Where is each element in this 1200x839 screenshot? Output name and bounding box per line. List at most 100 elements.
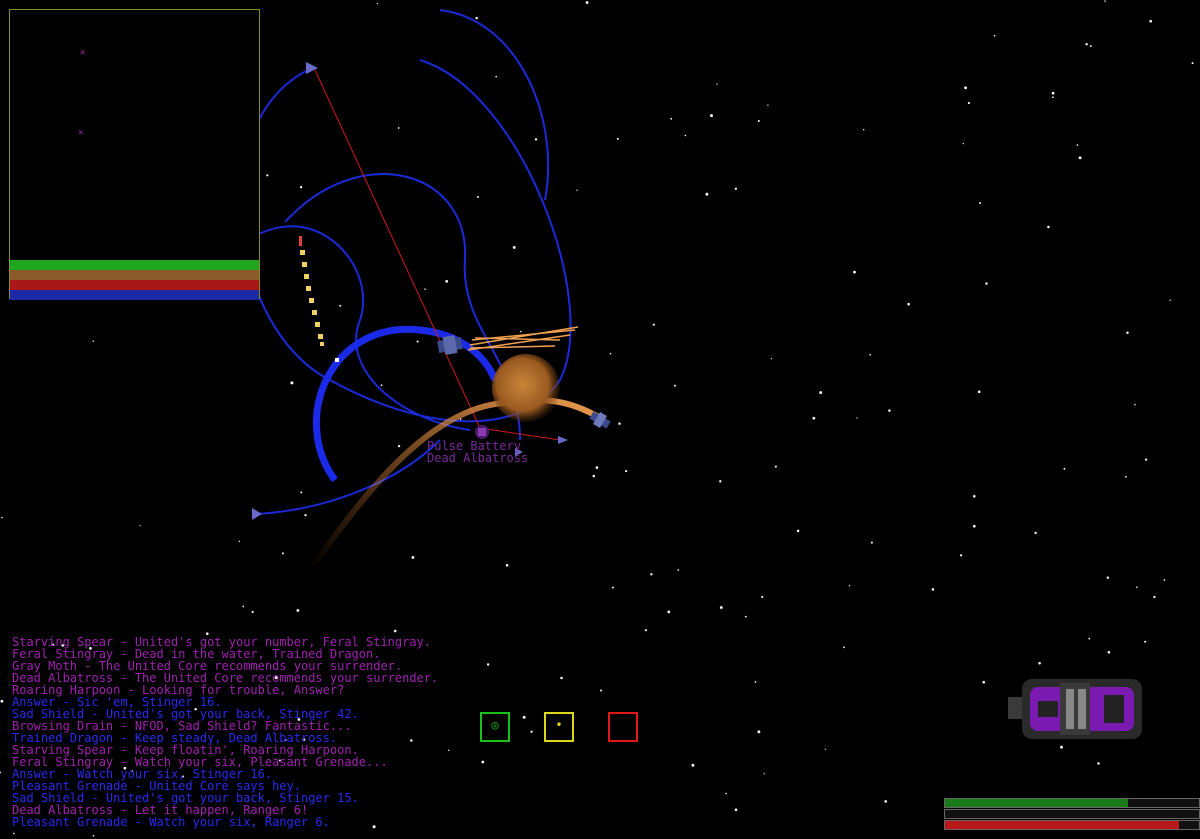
weapon-slot[interactable]: ◎ <box>480 712 510 742</box>
star <box>585 1 589 4</box>
fighter-icon[interactable] <box>252 508 262 520</box>
star <box>977 390 981 394</box>
star <box>719 480 722 483</box>
star <box>380 384 383 387</box>
star <box>1191 62 1194 65</box>
missile-icon <box>299 236 302 246</box>
hull-bar-fill <box>945 821 1179 829</box>
missile-launcher-icon: • <box>555 718 563 732</box>
player-ship-marker[interactable] <box>475 425 489 439</box>
star <box>972 524 976 528</box>
star <box>1038 662 1041 665</box>
star <box>677 569 680 571</box>
star <box>1076 144 1079 146</box>
star <box>744 615 747 618</box>
star <box>962 142 964 145</box>
star <box>616 137 619 140</box>
weapon-slot[interactable]: • <box>544 712 574 742</box>
star <box>424 288 426 290</box>
missile-exhaust <box>300 250 324 346</box>
target-owner-label: Dead Albatross <box>427 451 529 465</box>
shield-bar-fill <box>945 799 1128 807</box>
star <box>761 595 764 598</box>
star <box>266 174 269 177</box>
star <box>1085 43 1088 46</box>
minimap-enemy-marker: ✕ <box>80 48 86 58</box>
star <box>1144 458 1148 461</box>
star <box>774 465 777 468</box>
gun-turret-icon: ◎ <box>491 718 499 732</box>
player-ship-portrait <box>1008 679 1142 739</box>
star <box>853 270 856 274</box>
star <box>848 585 851 587</box>
hull-bar <box>944 820 1200 830</box>
star <box>985 282 988 285</box>
star <box>534 138 538 141</box>
star <box>339 304 342 307</box>
star <box>595 466 599 469</box>
star <box>757 730 761 734</box>
star <box>290 381 294 385</box>
star <box>0 771 1 774</box>
star <box>757 119 760 123</box>
star <box>1063 467 1066 470</box>
star <box>1153 595 1156 599</box>
star <box>1097 762 1100 765</box>
planet[interactable] <box>492 354 560 422</box>
targeting-line <box>314 69 481 429</box>
star <box>139 525 141 527</box>
star <box>300 491 303 494</box>
star <box>1089 45 1092 47</box>
star <box>560 676 563 680</box>
star <box>993 34 996 37</box>
star <box>796 529 800 533</box>
star <box>716 83 718 85</box>
star <box>869 353 871 356</box>
star <box>763 773 765 775</box>
star <box>767 104 769 106</box>
star <box>644 629 647 632</box>
star <box>1125 475 1127 478</box>
star <box>684 134 687 137</box>
star <box>725 792 727 795</box>
star <box>1052 96 1054 99</box>
star <box>824 748 827 750</box>
weapon-slot[interactable] <box>608 712 638 742</box>
star <box>397 127 400 129</box>
star <box>1107 651 1111 654</box>
star <box>411 555 415 559</box>
star <box>734 187 738 190</box>
star <box>477 196 479 198</box>
star <box>1169 299 1171 301</box>
star <box>667 610 671 614</box>
star <box>281 552 284 555</box>
star <box>304 514 307 517</box>
star <box>1134 403 1136 406</box>
star <box>512 245 516 249</box>
star <box>964 86 968 90</box>
fighter-icon[interactable] <box>558 436 568 444</box>
star <box>973 495 976 498</box>
star <box>576 189 578 191</box>
star <box>611 586 614 589</box>
star <box>505 564 509 567</box>
star <box>242 605 245 608</box>
star <box>812 416 816 420</box>
star <box>92 835 95 837</box>
star <box>734 808 738 812</box>
star <box>1136 586 1138 588</box>
star <box>299 185 303 189</box>
star <box>670 117 673 120</box>
star <box>1 516 3 519</box>
star <box>967 102 970 105</box>
minimap-bar-green <box>10 260 259 270</box>
star <box>92 340 95 343</box>
star <box>754 681 757 683</box>
star <box>1106 576 1109 579</box>
star <box>843 646 845 649</box>
minimap[interactable]: ✕ ✕ <box>9 9 260 300</box>
star <box>884 800 888 803</box>
star <box>445 280 449 283</box>
star <box>376 2 378 5</box>
star <box>495 75 498 78</box>
